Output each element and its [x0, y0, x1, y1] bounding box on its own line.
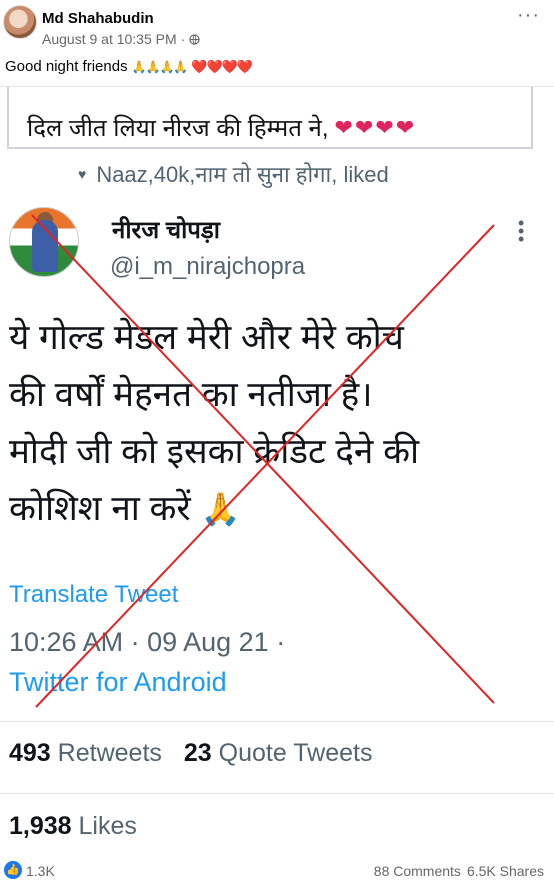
- tweet-text-line: कोशिश ना करें 🙏: [9, 480, 529, 538]
- quote-label: Quote Tweets: [218, 739, 373, 767]
- caption-text: Good night friends: [5, 58, 128, 75]
- image-caption-hearts: ❤❤❤❤: [334, 114, 417, 140]
- like-icon[interactable]: 👍: [4, 861, 22, 879]
- reactions-bar: 👍 1.3K 88 Comments 6.5K Shares: [0, 860, 554, 884]
- globe-icon: [189, 33, 200, 45]
- post-caption: Good night friends 🙏🙏🙏🙏 ❤️❤️❤️❤️: [5, 58, 253, 75]
- post-header: Md Shahabudin August 9 at 10:35 PM · ···: [0, 0, 554, 54]
- quote-count: 23: [183, 739, 212, 767]
- caption-heart-emojis: ❤️❤️❤️❤️: [191, 58, 253, 74]
- retweets-label: Retweets: [57, 739, 162, 767]
- pray-emoji: 🙏: [200, 491, 241, 527]
- image-frame: [531, 87, 533, 147]
- image-frame: [7, 147, 533, 149]
- more-options-icon[interactable]: ···: [517, 5, 540, 25]
- tweet-author-handle: @i_m_nirajchopra: [110, 253, 306, 280]
- divider: [0, 793, 554, 794]
- tweet-more-icon: • • •: [518, 213, 525, 249]
- engagement-counts: 88 Comments 6.5K Shares: [374, 863, 544, 879]
- tweet-source: Twitter for Android: [9, 667, 227, 697]
- caption-pray-emojis: 🙏🙏🙏🙏: [131, 59, 189, 74]
- comments-count[interactable]: 88 Comments: [374, 863, 461, 879]
- tweet-text-last: कोशिश ना करें: [9, 489, 191, 528]
- likes-count: 1,938: [9, 812, 72, 840]
- image-caption: दिल जीत लिया नीरज की हिम्मत ने, ❤❤❤❤: [27, 111, 416, 144]
- tweet-avatar: [9, 207, 79, 277]
- post-timestamp[interactable]: August 9 at 10:35 PM: [42, 31, 177, 47]
- tweet-text-line: मोदी जी को इसका क्रेडिट देने की: [9, 432, 420, 471]
- retweets-stat: 493 Retweets: [9, 739, 162, 768]
- post-meta: August 9 at 10:35 PM ·: [42, 31, 200, 47]
- tweet-text-line: की वर्षों मेहनत का नतीजा है।: [9, 375, 373, 414]
- quote-stat: 23 Quote Tweets: [184, 739, 373, 768]
- tweet-text: ये गोल्ड मेडल मेरी और मेरे कोच की वर्षों…: [9, 309, 529, 538]
- tweet-text-line: ये गोल्ड मेडल मेरी और मेरे कोच: [9, 318, 404, 357]
- author-name[interactable]: Md Shahabudin: [42, 10, 154, 27]
- translate-tweet-link: Translate Tweet: [9, 581, 179, 608]
- liked-by-text: Naaz,40k,नाम तो सुना होगा, liked: [96, 162, 389, 187]
- tweet-likes-stat: 1,938 Likes: [9, 812, 137, 841]
- retweets-count: 493: [9, 739, 51, 767]
- post-image[interactable]: दिल जीत लिया नीरज की हिम्मत ने, ❤❤❤❤ ♥ N…: [0, 86, 554, 848]
- reactions-count[interactable]: 1.3K: [26, 863, 55, 879]
- divider: [0, 721, 554, 722]
- liked-by-row: ♥ Naaz,40k,नाम तो सुना होगा, liked: [78, 159, 389, 189]
- tweet-timestamp: 10:26 AM · 09 Aug 21 ·: [9, 627, 286, 657]
- likes-label: Likes: [78, 812, 137, 840]
- tweet-author-name: नीरज चोपड़ा: [112, 217, 220, 244]
- image-frame: [7, 87, 9, 147]
- tweet-retweet-stats: 493 Retweets 23 Quote Tweets: [9, 739, 372, 768]
- shares-count[interactable]: 6.5K Shares: [467, 863, 544, 879]
- author-avatar[interactable]: [3, 5, 37, 39]
- meta-separator: ·: [180, 31, 186, 47]
- heart-icon: ♥: [78, 166, 87, 182]
- avatar-body: [32, 220, 58, 272]
- image-caption-text: दिल जीत लिया नीरज की हिम्मत ने,: [27, 115, 329, 142]
